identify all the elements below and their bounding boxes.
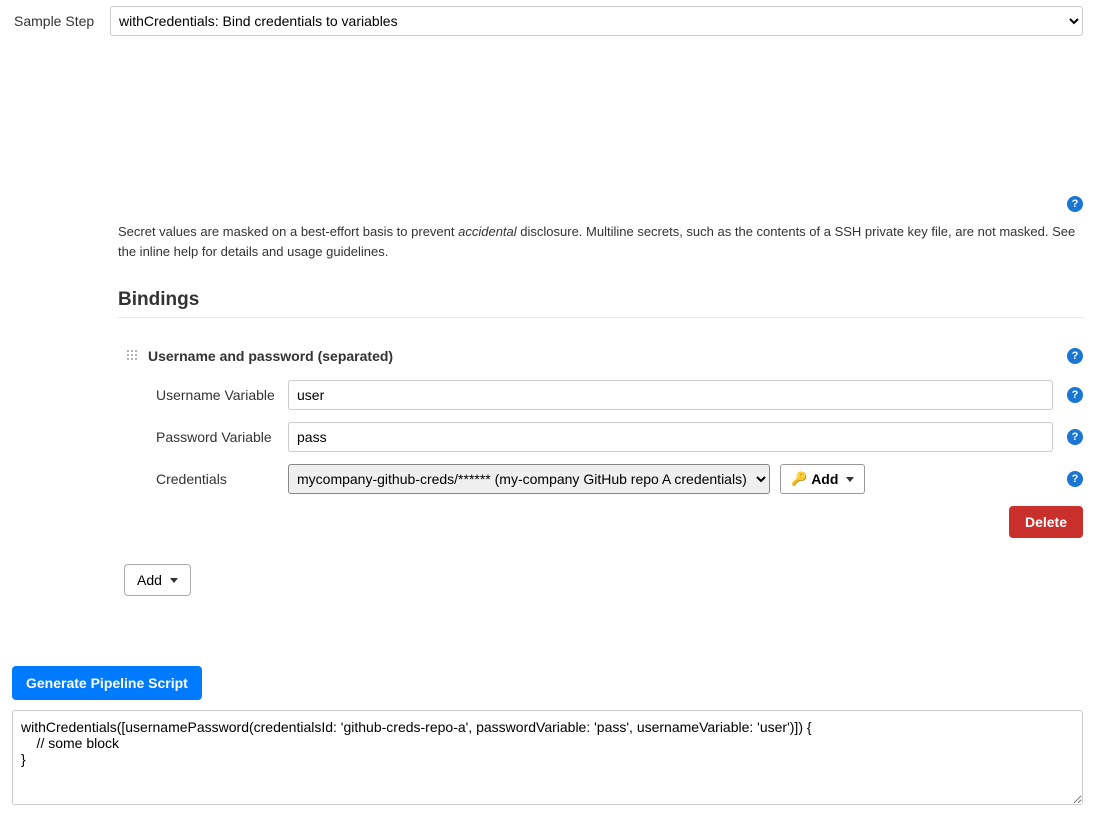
pipeline-script-output[interactable] bbox=[12, 710, 1083, 805]
desc-accidental: accidental bbox=[458, 224, 517, 239]
add-binding-label: Add bbox=[137, 572, 162, 588]
password-variable-label: Password Variable bbox=[156, 429, 280, 445]
delete-binding-button[interactable]: Delete bbox=[1009, 506, 1083, 538]
help-icon[interactable]: ? bbox=[1067, 429, 1083, 445]
chevron-down-icon bbox=[846, 477, 854, 482]
credentials-select[interactable]: mycompany-github-creds/****** (my-compan… bbox=[288, 464, 770, 494]
binding-type-title: Username and password (separated) bbox=[148, 348, 393, 364]
section-divider bbox=[118, 317, 1083, 318]
bindings-section-title: Bindings bbox=[118, 289, 1083, 311]
sample-step-label: Sample Step bbox=[12, 13, 102, 29]
add-credential-button[interactable]: 🔑 Add bbox=[780, 464, 865, 494]
help-icon[interactable]: ? bbox=[1067, 471, 1083, 487]
password-variable-input[interactable] bbox=[288, 422, 1053, 452]
sample-step-select[interactable]: withCredentials: Bind credentials to var… bbox=[110, 6, 1083, 36]
desc-part-1: Secret values are masked on a best-effor… bbox=[118, 224, 458, 239]
masking-description: Secret values are masked on a best-effor… bbox=[118, 222, 1083, 261]
drag-handle-icon[interactable] bbox=[126, 349, 140, 363]
username-variable-label: Username Variable bbox=[156, 387, 280, 403]
generate-pipeline-script-button[interactable]: Generate Pipeline Script bbox=[12, 666, 202, 700]
key-icon: 🔑 bbox=[791, 471, 807, 487]
add-credential-label: Add bbox=[811, 471, 838, 487]
add-binding-button[interactable]: Add bbox=[124, 564, 191, 596]
chevron-down-icon bbox=[170, 578, 178, 583]
help-icon[interactable]: ? bbox=[1067, 348, 1083, 364]
credentials-label: Credentials bbox=[156, 471, 280, 487]
username-variable-input[interactable] bbox=[288, 380, 1053, 410]
help-icon[interactable]: ? bbox=[1067, 196, 1083, 212]
help-icon[interactable]: ? bbox=[1067, 387, 1083, 403]
